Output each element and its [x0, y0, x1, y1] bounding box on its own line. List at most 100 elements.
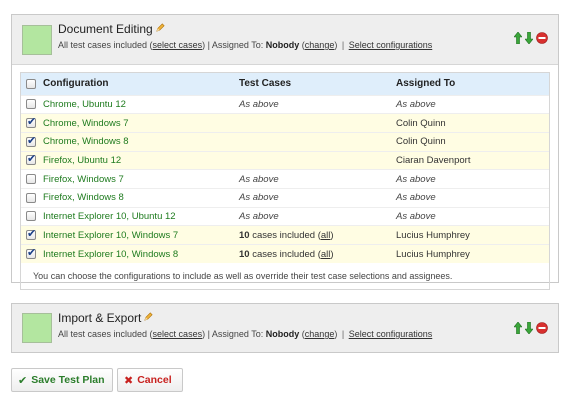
configurations-help-text: You can choose the configurations to inc… [33, 271, 453, 282]
group-header: Document Editing All test cases included… [12, 15, 558, 65]
row-checkbox[interactable] [26, 211, 36, 222]
configuration-name: Chrome, Ubuntu 12 [43, 94, 239, 114]
pencil-icon[interactable] [156, 23, 165, 32]
save-button-label: Save Test Plan [31, 374, 105, 386]
arrow-down-icon[interactable] [525, 322, 533, 334]
group-title: Document Editing [58, 22, 165, 36]
table-row[interactable]: Chrome, Windows 8 Colin Quinn [21, 131, 549, 152]
row-checkbox-cell [21, 169, 43, 189]
row-checkbox[interactable] [26, 192, 36, 203]
cancel-button-label: Cancel [137, 374, 172, 386]
column-header-assigned-to: Assigned To [396, 73, 549, 95]
configurations-table-container: Configuration Test Cases Assigned To Chr… [20, 72, 550, 291]
group-header: Import & Export All test cases included … [12, 304, 558, 352]
remove-icon[interactable] [536, 322, 548, 334]
row-checkbox[interactable] [26, 174, 36, 185]
cross-icon: ✖ [124, 373, 134, 387]
configuration-name: Internet Explorer 10, Windows 7 [43, 225, 239, 245]
save-test-plan-button[interactable]: ✔ Save Test Plan [11, 368, 113, 392]
configuration-name: Chrome, Windows 7 [43, 113, 239, 133]
group-title-text: Document Editing [58, 22, 153, 36]
row-checkbox[interactable] [26, 134, 36, 147]
assignee-name: Nobody [265, 40, 300, 50]
group-title-text: Import & Export [58, 311, 142, 325]
select-cases-link[interactable]: select cases [153, 40, 203, 50]
test-case-close: ) [330, 248, 334, 260]
all-cases-link[interactable]: all [321, 249, 331, 260]
table-row[interactable]: Firefox, Windows 7 As above As above [21, 169, 549, 189]
change-assignee-link[interactable]: change [305, 40, 335, 50]
arrow-up-icon[interactable] [514, 32, 522, 44]
table-row[interactable]: Firefox, Ubuntu 12 Ciaran Davenport [21, 150, 549, 170]
test-case-count-text: cases included ( [249, 229, 321, 241]
separator: | [341, 40, 345, 50]
table-row[interactable]: Chrome, Ubuntu 12 As above As above [21, 94, 549, 114]
assigned-to-value: As above [396, 206, 549, 226]
test-cases-value: As above [239, 206, 396, 226]
row-checkbox[interactable] [26, 246, 36, 260]
assigned-to-value: As above [396, 187, 549, 208]
assignee-name: Nobody [265, 329, 300, 339]
summary-prefix: All test cases included ( [58, 40, 153, 50]
assigned-to-value: As above [396, 169, 549, 189]
select-all-cell [21, 73, 43, 95]
table-row[interactable]: Internet Explorer 10, Ubuntu 12 As above… [21, 206, 549, 226]
test-cases-value: As above [239, 187, 396, 208]
test-case-close: ) [330, 229, 334, 241]
table-row[interactable]: Internet Explorer 10, Windows 7 10 cases… [21, 225, 549, 245]
test-case-count: 10 [239, 229, 250, 241]
select-configurations-link[interactable]: Select configurations [349, 40, 433, 50]
checkmark-icon: ✔ [18, 373, 28, 387]
group-color-swatch [22, 25, 52, 55]
all-cases-link[interactable]: all [321, 230, 331, 241]
group-controls [514, 32, 548, 44]
pencil-icon[interactable] [144, 312, 153, 321]
group-summary: All test cases included (select cases) |… [58, 40, 433, 50]
arrow-down-icon[interactable] [525, 32, 533, 44]
row-checkbox[interactable] [26, 227, 36, 241]
row-checkbox[interactable] [26, 152, 36, 166]
row-checkbox-cell [21, 187, 43, 208]
row-checkbox[interactable] [26, 115, 36, 129]
test-case-count-text: cases included ( [249, 248, 321, 260]
select-configurations-link[interactable]: Select configurations [349, 329, 433, 339]
test-case-count: 10 [239, 248, 250, 260]
assigned-to-value: Colin Quinn [396, 131, 549, 152]
assigned-prefix: ) | Assigned To: [202, 40, 266, 50]
configuration-name: Internet Explorer 10, Windows 8 [43, 244, 239, 264]
row-checkbox-cell [21, 225, 43, 245]
arrow-up-icon[interactable] [514, 322, 522, 334]
remove-icon[interactable] [536, 32, 548, 44]
group-summary: All test cases included (select cases) |… [58, 329, 433, 339]
group-panel-document-editing: Document Editing All test cases included… [11, 14, 559, 291]
table-row[interactable]: Internet Explorer 10, Windows 8 10 cases… [21, 244, 549, 264]
column-header-configuration: Configuration [43, 73, 239, 95]
change-assignee-link[interactable]: change [305, 329, 335, 339]
assigned-to-value: Colin Quinn [396, 113, 549, 133]
test-cases-value: 10 cases included (all) [239, 225, 396, 245]
configurations-table: Configuration Test Cases Assigned To Chr… [21, 73, 549, 264]
group-controls [514, 322, 548, 334]
cancel-button[interactable]: ✖ Cancel [117, 368, 183, 392]
column-header-test-cases: Test Cases [239, 73, 396, 95]
group-title: Import & Export [58, 311, 153, 325]
configuration-name: Internet Explorer 10, Ubuntu 12 [43, 206, 239, 226]
test-cases-value [239, 113, 396, 133]
row-checkbox[interactable] [26, 99, 36, 110]
group-color-swatch [22, 313, 52, 343]
row-checkbox-cell [21, 244, 43, 264]
test-cases-value: 10 cases included (all) [239, 244, 396, 264]
configuration-name: Firefox, Ubuntu 12 [43, 150, 239, 170]
table-row[interactable]: Chrome, Windows 7 Colin Quinn [21, 113, 549, 133]
row-checkbox-cell [21, 131, 43, 152]
configuration-name: Firefox, Windows 7 [43, 169, 239, 189]
test-cases-value: As above [239, 94, 396, 114]
row-checkbox-cell [21, 94, 43, 114]
table-row[interactable]: Firefox, Windows 8 As above As above [21, 187, 549, 208]
test-cases-value [239, 131, 396, 152]
assigned-to-value: Ciaran Davenport [396, 150, 549, 170]
row-checkbox-cell [21, 150, 43, 170]
summary-prefix: All test cases included ( [58, 329, 153, 339]
select-cases-link[interactable]: select cases [153, 329, 203, 339]
select-all-checkbox[interactable] [26, 78, 36, 89]
